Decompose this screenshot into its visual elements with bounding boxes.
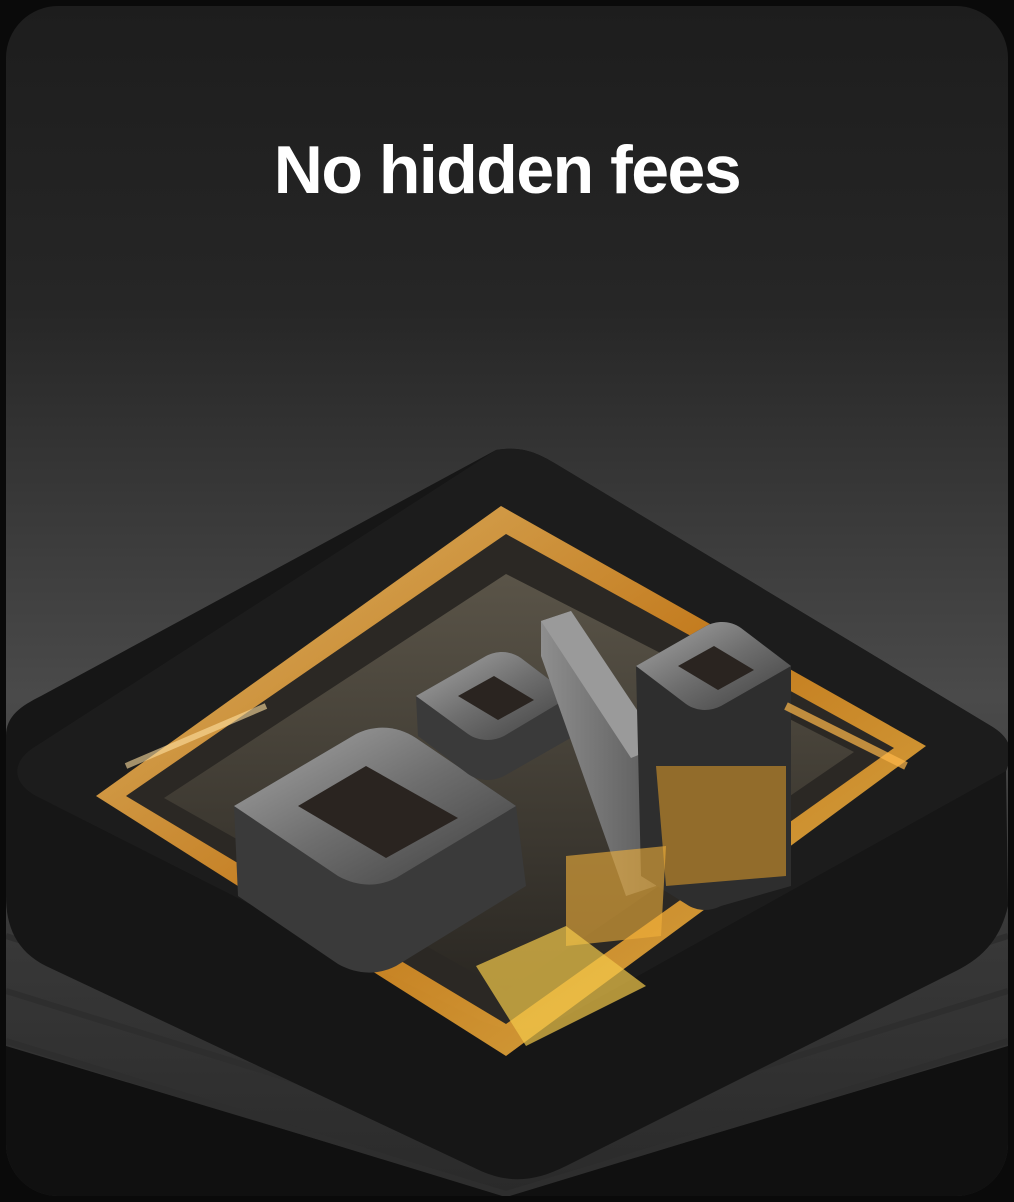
zero-percent-icon	[6, 448, 1008, 1196]
feature-card: No hidden fees	[6, 6, 1008, 1196]
